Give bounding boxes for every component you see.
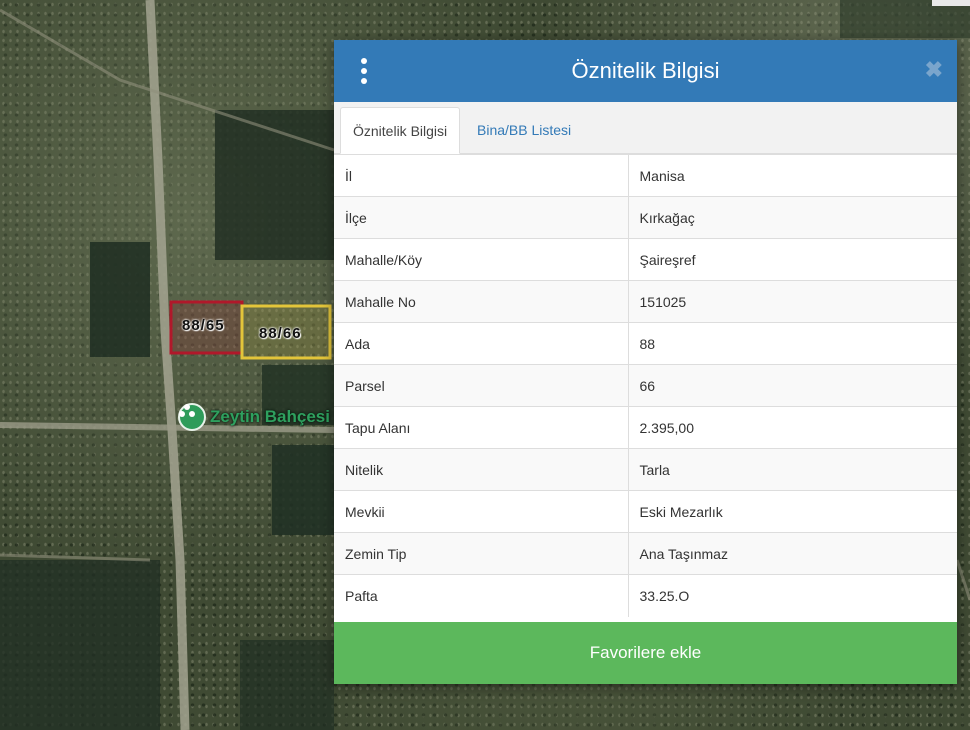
leaf-pin-icon bbox=[178, 403, 206, 431]
field-patch bbox=[272, 445, 334, 535]
attr-key: Mevkii bbox=[334, 490, 629, 533]
tab-attribute-info[interactable]: Öznitelik Bilgisi bbox=[340, 107, 461, 154]
attr-value: 33.25.O bbox=[628, 574, 957, 617]
track-road bbox=[0, 553, 151, 562]
attr-key: Nitelik bbox=[334, 448, 629, 491]
attr-value: Ana Taşınmaz bbox=[628, 532, 957, 575]
attr-value: Kırkağaç bbox=[628, 196, 957, 239]
map-control-edge bbox=[932, 0, 970, 6]
poi-label: Zeytin Bahçesi bbox=[210, 407, 330, 426]
attr-value: Eski Mezarlık bbox=[628, 490, 957, 533]
attr-value: Şaireşref bbox=[628, 238, 957, 281]
table-row: İl Manisa bbox=[334, 154, 957, 197]
tab-bar: Öznitelik Bilgisi Bina/BB Listesi bbox=[334, 102, 957, 154]
attr-key: Pafta bbox=[334, 574, 629, 617]
track-road bbox=[955, 559, 970, 601]
table-row: Mahalle No 151025 bbox=[334, 280, 957, 323]
table-row: Pafta 33.25.O bbox=[334, 574, 957, 617]
table-row: Mahalle/Köy Şaireşref bbox=[334, 238, 957, 281]
attr-value: 151025 bbox=[628, 280, 957, 323]
table-row: Mevkii Eski Mezarlık bbox=[334, 490, 957, 533]
attr-value: Tarla bbox=[628, 448, 957, 491]
attr-key: Mahalle/Köy bbox=[334, 238, 629, 281]
table-row: Tapu Alanı 2.395,00 bbox=[334, 406, 957, 449]
add-to-favorites-button[interactable]: Favorilere ekle bbox=[334, 622, 957, 684]
table-row: Ada 88 bbox=[334, 322, 957, 365]
attr-value: Manisa bbox=[628, 154, 957, 197]
dialog-title: Öznitelik Bilgisi bbox=[571, 58, 720, 83]
attr-key: Ada bbox=[334, 322, 629, 365]
parcel-label-88-66: 88/66 bbox=[259, 325, 302, 342]
attribute-table: İl Manisa İlçe Kırkağaç Mahalle/Köy Şair… bbox=[334, 154, 957, 617]
table-row: Zemin Tip Ana Taşınmaz bbox=[334, 532, 957, 575]
poi-marker[interactable]: Zeytin Bahçesi bbox=[178, 403, 330, 431]
attr-value: 66 bbox=[628, 364, 957, 407]
table-row: İlçe Kırkağaç bbox=[334, 196, 957, 239]
field-patch bbox=[215, 110, 335, 260]
attr-key: Parsel bbox=[334, 364, 629, 407]
attr-key: İl bbox=[334, 154, 629, 197]
field-patch bbox=[0, 560, 160, 730]
table-row: Parsel 66 bbox=[334, 364, 957, 407]
close-icon[interactable]: ✖ bbox=[925, 58, 943, 82]
attr-key: İlçe bbox=[334, 196, 629, 239]
attr-value: 2.395,00 bbox=[628, 406, 957, 449]
field-patch bbox=[90, 242, 150, 357]
attr-key: Zemin Tip bbox=[334, 532, 629, 575]
attr-value: 88 bbox=[628, 322, 957, 365]
table-row: Nitelik Tarla bbox=[334, 448, 957, 491]
parcel-label-88-65: 88/65 bbox=[182, 317, 225, 334]
field-patch bbox=[240, 640, 334, 730]
tab-building-list[interactable]: Bina/BB Listesi bbox=[465, 107, 583, 154]
attr-key: Tapu Alanı bbox=[334, 406, 629, 449]
attribute-info-dialog: Öznitelik Bilgisi ✖ Öznitelik Bilgisi Bi… bbox=[334, 40, 957, 684]
attr-key: Mahalle No bbox=[334, 280, 629, 323]
kebab-menu-icon[interactable] bbox=[356, 58, 372, 84]
dialog-header: Öznitelik Bilgisi ✖ bbox=[334, 40, 957, 102]
